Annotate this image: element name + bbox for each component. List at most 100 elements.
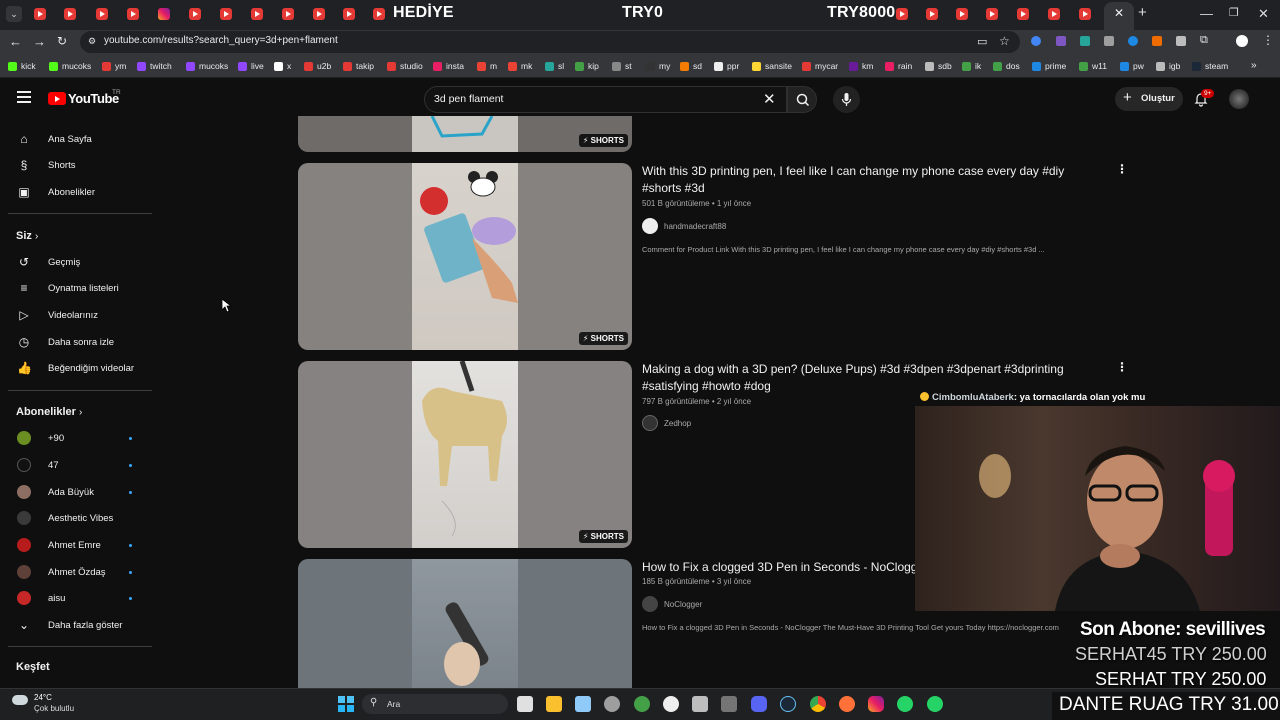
weather-widget[interactable]: 24°C Çok bulutlu (10, 691, 90, 717)
tab-youtube-icon[interactable] (64, 8, 76, 20)
profile-icon[interactable] (1236, 35, 1248, 47)
extension-icon[interactable] (1080, 36, 1090, 46)
firefox-icon[interactable] (839, 696, 855, 712)
url-text[interactable]: youtube.com/results?search_query=3d+pen+… (104, 35, 338, 46)
bookmark-item[interactable]: studio (387, 61, 423, 71)
bookmark-item[interactable]: insta (433, 61, 464, 71)
extension-icon[interactable] (1056, 36, 1066, 46)
bookmark-item[interactable]: takip (343, 61, 374, 71)
app-icon[interactable] (721, 696, 737, 712)
sidebar-you-header[interactable]: Siz › (16, 230, 38, 242)
bookmark-item[interactable]: mk (508, 61, 532, 71)
bookmark-item[interactable]: ik (962, 61, 981, 71)
video-title[interactable]: With this 3D printing pen, I feel like I… (642, 163, 1082, 197)
extensions-puzzle-icon[interactable]: ⧉ (1200, 34, 1208, 47)
youtube-logo[interactable] (48, 92, 66, 105)
bookmark-item[interactable]: x (274, 61, 291, 71)
sidebar-show-more[interactable]: ⌄ Daha fazla göster (0, 613, 152, 637)
sidebar-item-history[interactable]: ↺ Geçmiş (0, 250, 152, 274)
sidebar-sub-channel[interactable]: Aesthetic Vibes (0, 506, 152, 530)
tab-youtube-icon[interactable] (313, 8, 325, 20)
tab-youtube-icon[interactable] (189, 8, 201, 20)
clear-search-icon[interactable]: ✕ (763, 90, 776, 108)
tab-youtube-icon[interactable] (343, 8, 355, 20)
bookmark-item[interactable]: m (477, 61, 497, 71)
bookmark-item[interactable]: prime (1032, 61, 1066, 71)
bookmark-item[interactable]: mucoks (49, 61, 91, 71)
sidebar-sub-channel[interactable]: Ahmet Özdaş (0, 560, 152, 584)
bookmark-item[interactable]: my (646, 61, 670, 71)
bookmark-item[interactable]: live (238, 61, 264, 71)
cast-icon[interactable]: ▭ (977, 35, 987, 48)
bookmark-item[interactable]: steam (1192, 61, 1228, 71)
sidebar-sub-channel[interactable]: Ada Büyük (0, 480, 152, 504)
store-icon[interactable] (575, 696, 591, 712)
new-tab-icon[interactable]: + (1138, 4, 1147, 21)
sidebar-item-liked[interactable]: 👍 Beğendiğim videolar (0, 356, 152, 380)
tab-youtube-icon[interactable] (127, 8, 139, 20)
sidebar-sub-channel[interactable]: +90 (0, 426, 152, 450)
sidebar-sub-channel[interactable]: 47 (0, 453, 152, 477)
discord-icon[interactable] (751, 696, 767, 712)
bookmark-item[interactable]: sd (680, 61, 702, 71)
channel-link[interactable]: handmadecraft88 (642, 218, 726, 234)
whatsapp-icon[interactable] (897, 696, 913, 712)
tab-close-icon[interactable]: ✕ (1114, 6, 1124, 20)
tab-youtube-icon[interactable] (1017, 8, 1029, 20)
tab-youtube-icon[interactable] (282, 8, 294, 20)
tab-youtube-icon[interactable] (96, 8, 108, 20)
tab-youtube-icon[interactable] (251, 8, 263, 20)
extension-icon[interactable] (1031, 36, 1041, 46)
instagram-icon[interactable] (868, 696, 884, 712)
window-close-icon[interactable]: ✕ (1258, 6, 1269, 22)
tab-youtube-icon[interactable] (1048, 8, 1060, 20)
settings-icon[interactable] (604, 696, 620, 712)
maximize-icon[interactable]: ❐ (1229, 6, 1239, 19)
sidebar-item-subscriptions[interactable]: ▣ Abonelikler (0, 180, 152, 204)
bookmark-item[interactable]: kip (575, 61, 599, 71)
minimize-icon[interactable]: — (1200, 6, 1213, 21)
sidebar-item-home[interactable]: ⌂ Ana Sayfa (0, 127, 152, 151)
tab-youtube-icon[interactable] (220, 8, 232, 20)
tab-youtube-icon[interactable] (373, 8, 385, 20)
file-explorer-icon[interactable] (546, 696, 562, 712)
back-icon[interactable]: ← (9, 34, 22, 49)
video-thumbnail[interactable]: ⚡ SHORTS (298, 116, 632, 152)
bookmark-item[interactable]: ppr (714, 61, 739, 71)
headset-icon[interactable] (634, 696, 650, 712)
chrome-icon[interactable] (810, 696, 826, 712)
extension-icon[interactable] (1128, 36, 1138, 46)
bookmark-item[interactable]: sdb (925, 61, 952, 71)
bookmark-item[interactable]: dos (993, 61, 1020, 71)
bookmark-item[interactable]: rain (885, 61, 912, 71)
tab-youtube-icon[interactable] (896, 8, 908, 20)
tab-youtube-icon[interactable] (956, 8, 968, 20)
bookmark-item[interactable]: mycar (802, 61, 838, 71)
video-thumbnail[interactable]: ⚡ SHORTS (298, 361, 632, 548)
tab-search-button[interactable]: ⌄ (6, 6, 22, 22)
tab-youtube-icon[interactable] (1079, 8, 1091, 20)
sidebar-item-your-videos[interactable]: ▷ Videolarınız (0, 303, 152, 327)
tab-youtube-icon[interactable] (986, 8, 998, 20)
openai-icon[interactable] (663, 696, 679, 712)
create-button[interactable]: + Oluştur (1115, 87, 1183, 111)
bookmark-star-icon[interactable]: ☆ (999, 34, 1010, 48)
tab-youtube-icon[interactable] (34, 8, 46, 20)
bookmark-item[interactable]: st (612, 61, 632, 71)
sidebar-sub-channel[interactable]: aisu (0, 586, 152, 610)
tab-instagram-icon[interactable] (158, 8, 170, 20)
chrome-menu-icon[interactable]: ⋮ (1262, 33, 1274, 47)
sidebar-subs-header[interactable]: Abonelikler › (16, 406, 82, 418)
steam-icon[interactable] (780, 696, 796, 712)
bookmarks-overflow-icon[interactable]: » (1251, 60, 1257, 71)
bookmark-item[interactable]: w11 (1079, 61, 1107, 71)
bookmark-item[interactable]: sansite (752, 61, 792, 71)
search-query-text[interactable]: 3d pen flament (434, 93, 503, 105)
video-thumbnail[interactable]: ⚡ SHORTS (298, 163, 632, 350)
voice-search-button[interactable] (833, 86, 860, 113)
bookmark-item[interactable]: kick (8, 61, 36, 71)
app-icon[interactable] (692, 696, 708, 712)
whatsapp-icon[interactable] (927, 696, 943, 712)
more-actions-icon[interactable]: ⋮ (1116, 361, 1128, 373)
sidebar-item-playlists[interactable]: ≡ Oynatma listeleri (0, 276, 152, 300)
